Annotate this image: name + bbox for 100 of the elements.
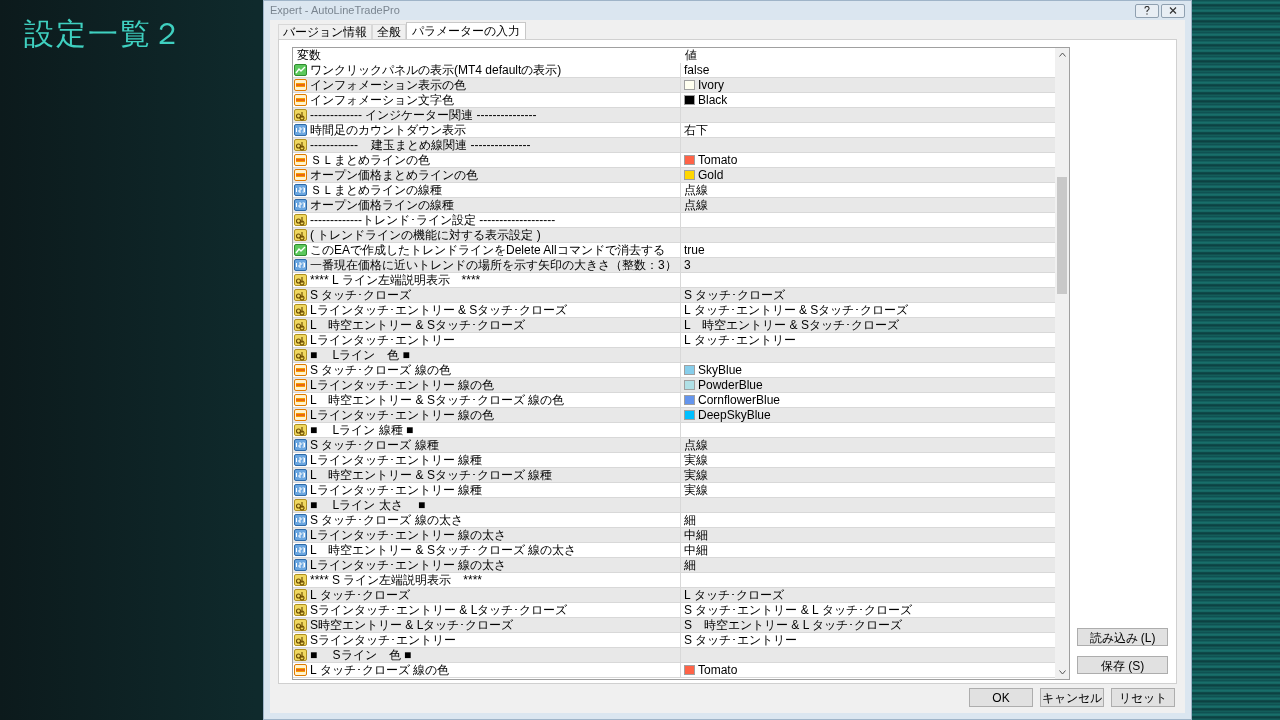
column-header[interactable]: 値 [680, 48, 1055, 63]
string-type-icon [294, 574, 307, 586]
parameter-name: ------------- インジケーター関連 --------------- [310, 108, 537, 122]
scrollbar-thumb[interactable] [1057, 177, 1067, 294]
parameter-row[interactable]: -------------トレンド･ライン設定 ------------------- [293, 213, 1055, 228]
parameter-row[interactable]: 一番現在価格に近いトレンドの場所を示す矢印の大きさ（整数：3） 3 [293, 258, 1055, 273]
parameter-name: ( トレンドラインの機能に対する表示設定 ) [310, 228, 541, 242]
dialog-button[interactable]: リセット [1111, 687, 1175, 707]
parameter-name: S タッチ･クローズ 線種 [310, 438, 439, 452]
number-type-icon [294, 469, 307, 481]
side-button[interactable]: 保存 (S) [1077, 656, 1168, 674]
color-type-icon [294, 394, 307, 406]
parameter-row[interactable]: ------------ 建玉まとめ線関連 --------------- [293, 138, 1055, 153]
color-type-icon [294, 154, 307, 166]
parameter-row[interactable]: オープン価格ラインの線種 点線 [293, 198, 1055, 213]
column-header[interactable]: 変数 [293, 48, 680, 63]
number-type-icon [294, 544, 307, 556]
number-type-icon [294, 529, 307, 541]
parameter-row[interactable]: Sラインタッチ･エントリー & Lタッチ･クローズ S タッチ･エントリー & L タッチ･クローズ [293, 603, 1055, 618]
parameter-name: オープン価格ラインの線種 [310, 198, 454, 212]
number-type-icon [294, 514, 307, 526]
scrollbar[interactable] [1055, 48, 1069, 679]
color-type-icon [294, 379, 307, 391]
parameter-row[interactable]: ＳＬまとめラインの色 Tomato [293, 153, 1055, 168]
parameter-row[interactable]: S タッチ･クローズ 線の太さ 細 [293, 513, 1055, 528]
parameter-row[interactable]: L 時空エントリー & Sタッチ･クローズ 線の太さ 中細 [293, 543, 1055, 558]
parameter-row[interactable]: S タッチ･クローズ 線の色 SkyBlue [293, 363, 1055, 378]
parameter-name: L 時空エントリー & Sタッチ･クローズ [310, 318, 525, 332]
parameter-value: true [684, 243, 705, 257]
number-type-icon [294, 559, 307, 571]
parameter-value: Tomato [698, 663, 738, 677]
string-type-icon [294, 634, 307, 646]
parameter-row[interactable]: Lラインタッチ･エントリー 線の太さ 中細 [293, 528, 1055, 543]
parameter-value: 実線 [684, 468, 708, 482]
parameter-value: S タッチ･エントリー & L タッチ･クローズ [684, 603, 912, 617]
parameter-row[interactable]: Lラインタッチ･エントリー L タッチ･エントリー [293, 333, 1055, 348]
dialog-button[interactable]: OK [969, 687, 1033, 707]
parameter-value: 実線 [684, 453, 708, 467]
parameter-row[interactable]: 時間足のカウントダウン表示 右下 [293, 123, 1055, 138]
close-button[interactable] [1161, 3, 1185, 18]
parameter-name: Lラインタッチ･エントリー [310, 333, 455, 347]
string-type-icon [294, 229, 307, 241]
close-icon [1169, 7, 1177, 14]
parameter-name: ■ Lライン 線種 ■ [310, 423, 414, 437]
color-type-icon [294, 94, 307, 106]
string-type-icon [294, 604, 307, 616]
parameter-row[interactable]: L 時空エントリー & Sタッチ･クローズ 線の色 CornflowerBlue [293, 393, 1055, 408]
tab[interactable]: 全般 [372, 24, 406, 39]
help-button[interactable] [1135, 3, 1159, 18]
parameter-value: 右下 [684, 123, 708, 137]
parameter-value: 3 [684, 258, 691, 272]
parameter-row[interactable]: ■ Lライン 太さ ■ [293, 498, 1055, 513]
parameter-row[interactable]: L タッチ･クローズ L タッチ･クローズ [293, 588, 1055, 603]
color-type-icon [294, 409, 307, 421]
dialog-button[interactable]: キャンセル [1040, 687, 1104, 707]
parameter-row[interactable]: **** S ライン左端説明表示 **** [293, 573, 1055, 588]
parameter-row[interactable]: ＳＬまとめラインの線種 点線 [293, 183, 1055, 198]
parameter-name: Lラインタッチ･エントリー 線種 [310, 483, 482, 497]
parameter-row[interactable]: オープン価格まとめラインの色 Gold [293, 168, 1055, 183]
parameter-name: Sラインタッチ･エントリー [310, 633, 456, 647]
parameter-row[interactable]: L タッチ･クローズ 線の色 Tomato [293, 663, 1055, 678]
parameter-value: 細 [684, 558, 696, 572]
tab[interactable]: バージョン情報 [278, 24, 372, 39]
parameter-row[interactable]: Lラインタッチ･エントリー 線の色 PowderBlue [293, 378, 1055, 393]
parameter-name: **** L ライン左端説明表示 **** [310, 273, 481, 287]
parameter-name: インフォメーション文字色 [310, 93, 454, 107]
parameter-name: S タッチ･クローズ [310, 288, 412, 302]
parameter-row[interactable]: ■ Lライン 線種 ■ [293, 423, 1055, 438]
parameter-value: L 時空エントリー & Sタッチ･クローズ [684, 318, 899, 332]
parameter-row[interactable]: インフォメーション表示の色 Ivory [293, 78, 1055, 93]
parameter-row[interactable]: ワンクリックパネルの表示(MT4 defaultの表示) false [293, 63, 1055, 78]
parameter-row[interactable]: Lラインタッチ･エントリー 線種 実線 [293, 453, 1055, 468]
parameter-row[interactable]: ------------- インジケーター関連 --------------- [293, 108, 1055, 123]
parameter-value: L タッチ･エントリー [684, 333, 796, 347]
parameter-row[interactable]: **** L ライン左端説明表示 **** [293, 273, 1055, 288]
parameter-row[interactable]: Lラインタッチ･エントリー 線の太さ 細 [293, 558, 1055, 573]
parameter-row[interactable]: インフォメーション文字色 Black [293, 93, 1055, 108]
parameter-row[interactable]: Lラインタッチ･エントリー & Sタッチ･クローズ L タッチ･エントリー & Sタッチ･クローズ [293, 303, 1055, 318]
string-type-icon [294, 304, 307, 316]
parameter-row[interactable]: L 時空エントリー & Sタッチ･クローズ L 時空エントリー & Sタッチ･クローズ [293, 318, 1055, 333]
parameter-row[interactable]: S タッチ･クローズ 線種 点線 [293, 438, 1055, 453]
parameter-row[interactable]: このEAで作成したトレンドラインをDelete Allコマンドで消去する true [293, 243, 1055, 258]
parameter-row[interactable]: S タッチ･クローズ S タッチ･クローズ [293, 288, 1055, 303]
number-type-icon [294, 184, 307, 196]
parameter-row[interactable]: ■ Lライン 色 ■ [293, 348, 1055, 363]
string-type-icon [294, 289, 307, 301]
parameter-row[interactable]: Sラインタッチ･エントリー S タッチ･エントリー [293, 633, 1055, 648]
parameter-name: ＳＬまとめラインの線種 [310, 183, 442, 197]
parameter-row[interactable]: ■ Sライン 色 ■ [293, 648, 1055, 663]
parameter-row[interactable]: S時空エントリー & Lタッチ･クローズ S 時空エントリー & L タッチ･クローズ [293, 618, 1055, 633]
side-button[interactable]: 読み込み (L) [1077, 628, 1168, 646]
parameter-value: SkyBlue [698, 363, 743, 377]
parameter-row[interactable]: ( トレンドラインの機能に対する表示設定 ) [293, 228, 1055, 243]
chart-line-icon [294, 64, 307, 76]
parameter-row[interactable]: Lラインタッチ･エントリー 線の色 DeepSkyBlue [293, 408, 1055, 423]
tab[interactable]: パラメーターの入力 [406, 22, 526, 39]
parameter-row[interactable]: L 時空エントリー & Sタッチ･クローズ 線種 実線 [293, 468, 1055, 483]
parameter-name: 時間足のカウントダウン表示 [310, 123, 466, 137]
parameter-value: CornflowerBlue [698, 393, 781, 407]
parameter-row[interactable]: Lラインタッチ･エントリー 線種 実線 [293, 483, 1055, 498]
